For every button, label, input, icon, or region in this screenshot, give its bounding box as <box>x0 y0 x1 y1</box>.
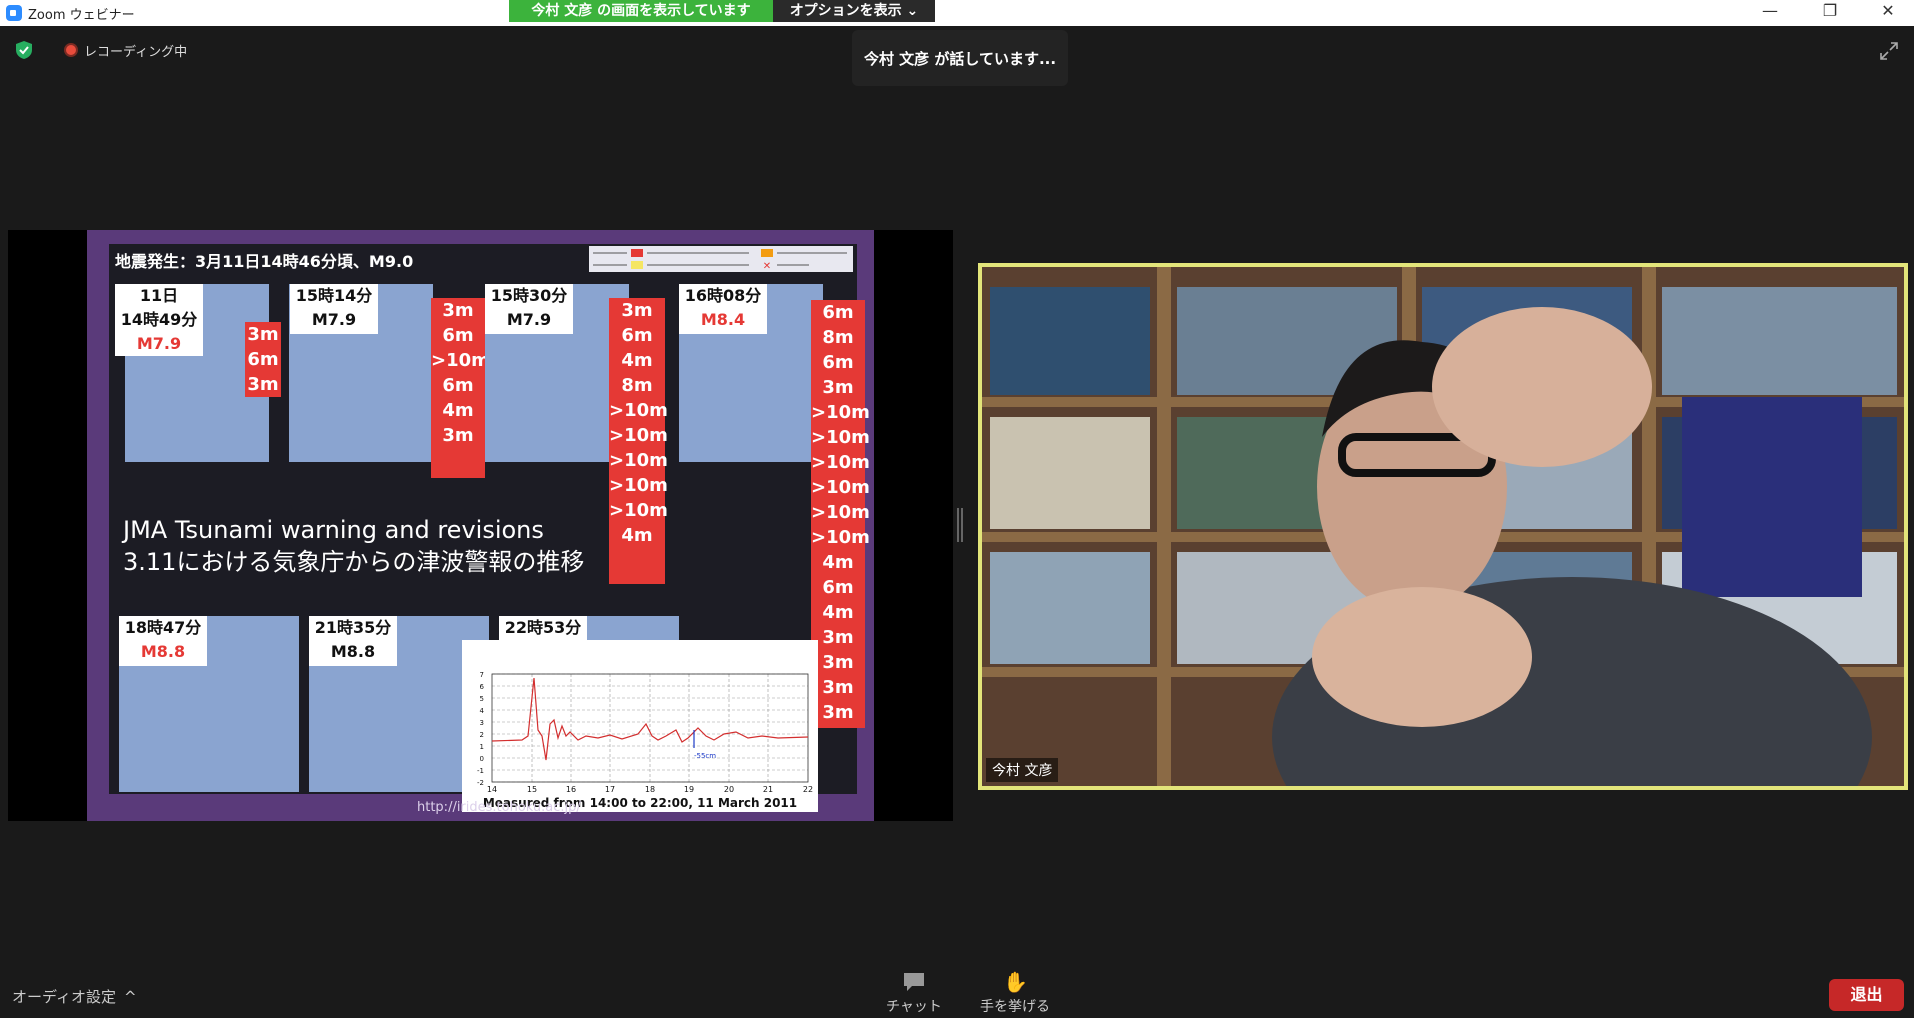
active-speaker-toast: 今村 文彦 が話しています... <box>852 30 1068 86</box>
svg-text:14: 14 <box>487 785 497 794</box>
raise-hand-label: 手を挙げる <box>980 999 1050 1015</box>
slide-footer-url: http://irides.tohoku.ac.jp/ <box>417 800 581 815</box>
tide-gauge-plot: 14 15 16 17 18 19 20 21 22 76 54 32 10 -1-2 … <box>477 671 813 794</box>
chat-label: チャット <box>886 999 942 1015</box>
svg-text:-2: -2 <box>477 779 484 787</box>
window-title: Zoom ウェビナー <box>28 7 135 23</box>
shared-screen: 地震発生：3月11日14時46分頃、M9.0 ✕ 11日 14時49分 M7.9… <box>8 230 953 821</box>
svg-text:4: 4 <box>480 707 485 715</box>
svg-text:2: 2 <box>480 731 484 739</box>
map-label-5: 18時47分 M8.8 <box>119 616 207 666</box>
chat-bubble-icon <box>903 973 924 991</box>
window-titlebar: Zoom ウェビナー <box>0 0 1914 26</box>
split-view-handle[interactable] <box>957 508 963 542</box>
screen-share-banner: 今村 文彦 の画面を表示しています オプションを表示 ⌄ <box>509 0 935 22</box>
presentation-slide: 地震発生：3月11日14時46分頃、M9.0 ✕ 11日 14時49分 M7.9… <box>87 230 874 821</box>
svg-text:18: 18 <box>645 785 655 794</box>
map-label-1: 11日 14時49分 M7.9 <box>115 284 203 356</box>
svg-text:15: 15 <box>527 785 537 794</box>
raise-hand-icon: ✋ <box>1003 970 1028 994</box>
svg-text:16: 16 <box>566 785 576 794</box>
video-feed-image <box>982 267 1904 786</box>
bottom-toolbar: オーディオ設定 ^ チャット ✋ 手を挙げる 退出 <box>0 960 1914 1018</box>
chevron-up-icon: ^ <box>123 987 137 1006</box>
raise-hand-button[interactable]: ✋ 手を挙げる <box>980 970 1050 1016</box>
svg-text:5: 5 <box>480 695 484 703</box>
svg-text:✕: ✕ <box>763 261 771 272</box>
meeting-status: レコーディング中 <box>14 40 187 60</box>
zoom-app-icon <box>6 5 22 21</box>
map-label-4: 16時08分 M8.4 <box>679 284 767 334</box>
map-label-6: 21時35分 M8.8 <box>309 616 397 666</box>
svg-text:20: 20 <box>724 785 734 794</box>
slide-title: JMA Tsunami warning and revisions 3.11にお… <box>123 514 584 578</box>
slide-content: 地震発生：3月11日14時46分頃、M9.0 ✕ 11日 14時49分 M7.9… <box>109 244 870 812</box>
view-options-label: オプションを表示 <box>789 3 902 19</box>
security-shield-icon[interactable] <box>14 40 34 60</box>
svg-text:7: 7 <box>480 671 484 679</box>
audio-settings-label: オーディオ設定 <box>12 988 116 1006</box>
svg-text:0: 0 <box>480 755 484 763</box>
leave-button[interactable]: 退出 <box>1829 979 1904 1011</box>
wave-heights-2: 3m 6m >10m 6m 4m 3m <box>431 298 490 478</box>
active-speaker-video[interactable]: 今村 文彦 <box>978 263 1908 790</box>
svg-text:3: 3 <box>480 719 484 727</box>
tide-gauge-graph: 14 15 16 17 18 19 20 21 22 76 54 32 10 -1 -2 … <box>462 640 818 812</box>
svg-text:6: 6 <box>480 683 485 691</box>
wave-heights-4: 6m 8m 6m 3m >10m >10m >10m >10m >10m >10m 4m 6m … <box>811 300 870 728</box>
wave-heights-3: 3m 6m 4m 8m >10m >10m >10m >10m >10m 4m <box>609 298 668 584</box>
fullscreen-icon[interactable] <box>1880 42 1898 60</box>
slide-title-en: JMA Tsunami warning and revisions <box>123 516 544 544</box>
audio-settings-button[interactable]: オーディオ設定 ^ <box>12 986 137 1007</box>
view-options-button[interactable]: オプションを表示 ⌄ <box>773 0 935 22</box>
participant-name-tag: 今村 文彦 <box>986 758 1059 782</box>
graph-annotation: -55cm <box>694 752 716 760</box>
map-label-2: 15時14分 M7.9 <box>290 284 378 334</box>
recording-icon <box>64 43 78 57</box>
svg-text:17: 17 <box>605 785 615 794</box>
slide-header: 地震発生：3月11日14時46分頃、M9.0 <box>115 252 414 271</box>
minimize-button[interactable]: — <box>1750 0 1790 22</box>
legend-swatches-icon: ✕ <box>593 249 847 272</box>
svg-text:1: 1 <box>480 743 484 751</box>
restore-button[interactable]: ❐ <box>1810 0 1850 22</box>
map-label-3: 15時30分 M7.9 <box>485 284 573 334</box>
svg-text:21: 21 <box>763 785 773 794</box>
wave-heights-1: 3m 6m 3m <box>245 322 281 397</box>
recording-label: レコーディング中 <box>84 44 188 60</box>
close-button[interactable]: ✕ <box>1868 0 1908 22</box>
sharing-status-label: 今村 文彦 の画面を表示しています <box>509 0 773 22</box>
map-legend: ✕ <box>589 246 853 272</box>
chat-button[interactable]: チャット <box>886 970 942 1016</box>
graph-x-ticks: 14 15 16 17 18 19 20 21 22 <box>487 785 813 794</box>
svg-text:19: 19 <box>684 785 694 794</box>
slide-title-ja: 3.11における気象庁からの津波警報の推移 <box>123 548 585 576</box>
svg-text:-1: -1 <box>477 767 484 775</box>
map-label-7: 22時53分 <box>499 616 587 642</box>
graph-y-ticks: 7 6 5 4 3 2 1 0 -1 -2 <box>477 671 485 787</box>
svg-text:22: 22 <box>803 785 813 794</box>
